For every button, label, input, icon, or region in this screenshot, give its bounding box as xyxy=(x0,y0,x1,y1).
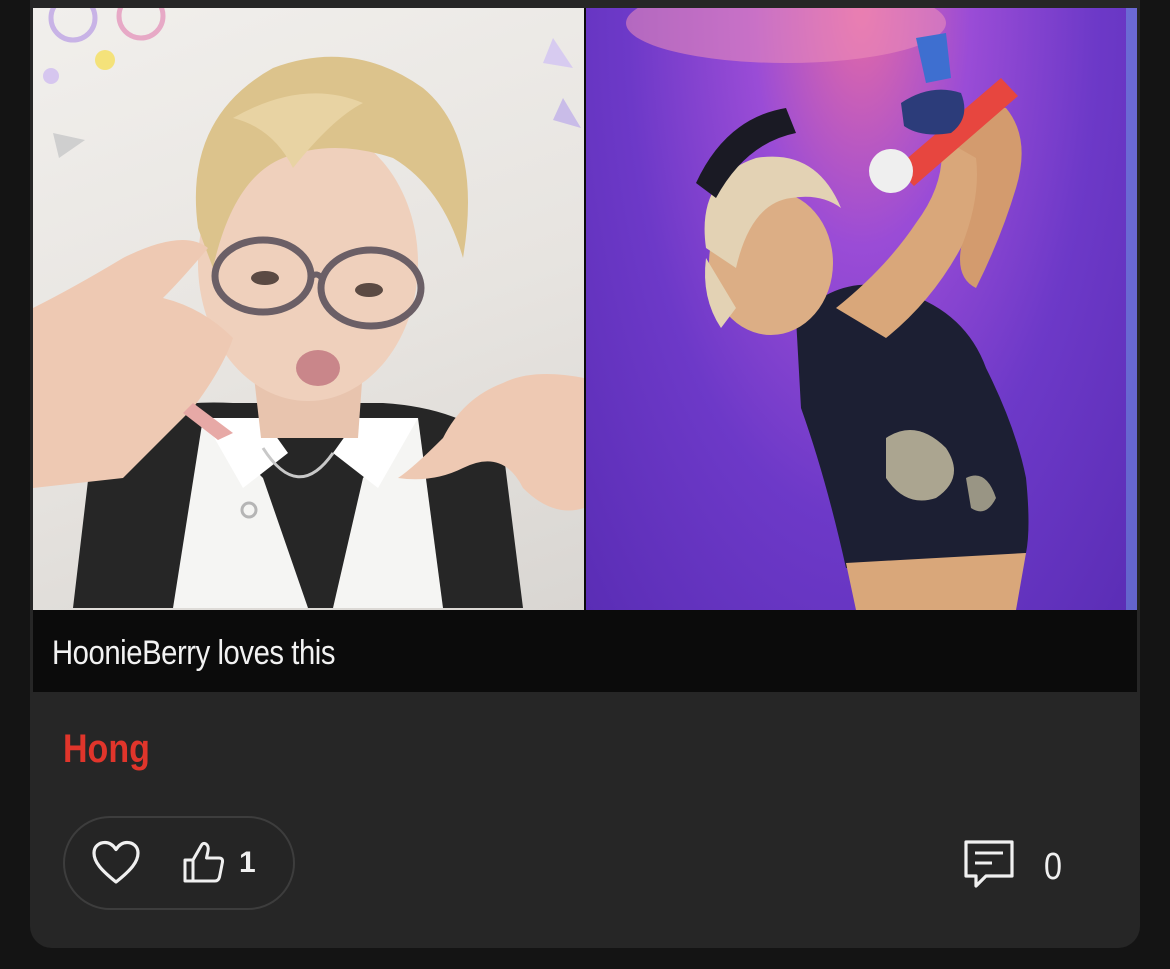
selfie-photo[interactable] xyxy=(33,8,584,610)
stage-performance-photo[interactable] xyxy=(586,8,1137,610)
comment-icon xyxy=(964,840,1014,888)
heart-outline-icon xyxy=(92,840,140,884)
author-name[interactable]: Hong xyxy=(63,727,150,772)
post-caption: HoonieBerry loves this xyxy=(52,634,336,672)
like-count: 1 xyxy=(239,846,256,879)
caption-bar: HoonieBerry loves this xyxy=(33,610,1137,692)
comments-button[interactable]: 0 xyxy=(962,838,1082,898)
thumbs-up-outline-icon xyxy=(183,841,225,883)
reactions-pill: 1 xyxy=(63,816,295,910)
photo-grid[interactable] xyxy=(33,8,1137,610)
heart-button[interactable] xyxy=(91,840,141,886)
post-card: HoonieBerry loves this Hong 1 0 xyxy=(30,0,1140,948)
comment-count: 0 xyxy=(1044,846,1062,888)
like-button[interactable]: 1 xyxy=(181,838,277,888)
